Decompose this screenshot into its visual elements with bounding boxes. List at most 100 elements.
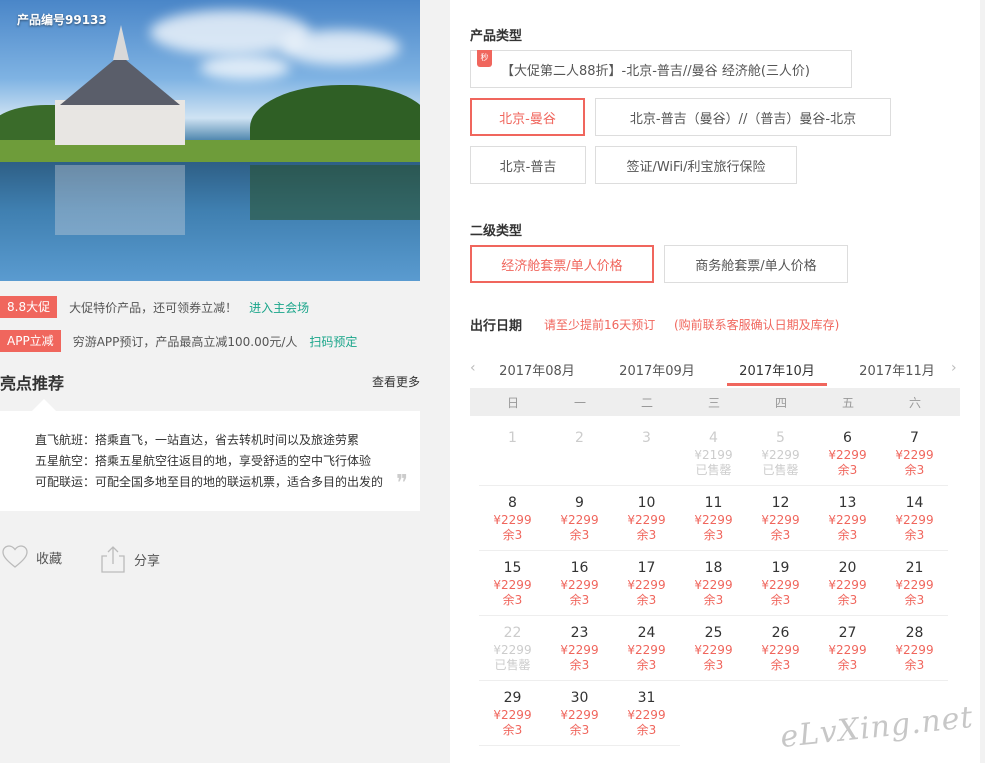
- date-label: 出行日期: [470, 319, 523, 334]
- day-number: 17: [637, 560, 656, 576]
- left-column: 产品编号99133 8.8大促 大促特价产品，还可领券立减！ 进入主会场 APP…: [0, 0, 420, 763]
- product-number: 产品编号99133: [17, 13, 107, 27]
- promo-link[interactable]: 进入主会场: [249, 299, 309, 316]
- prev-month-icon[interactable]: ‹: [470, 360, 476, 376]
- quote-icon: ❞: [396, 471, 408, 496]
- calendar-day[interactable]: 28 ¥2299 余3: [881, 619, 948, 681]
- calendar-day[interactable]: 25 ¥2299 余3: [680, 619, 747, 681]
- day-number: 23: [570, 625, 589, 641]
- promo-row-sale: 8.8大促 大促特价产品，还可领券立减！ 进入主会场: [0, 296, 309, 318]
- calendar-day[interactable]: 14 ¥2299 余3: [881, 489, 948, 551]
- day-price: ¥2299: [761, 578, 800, 592]
- calendar-day[interactable]: 24 ¥2299 余3: [613, 619, 680, 681]
- product-option-main[interactable]: 秒 【大促第二人88折】-北京-普吉//曼谷 经济舱(三人价): [470, 50, 852, 88]
- calendar-day: 2: [546, 424, 613, 486]
- favorite-button[interactable]: 收藏: [2, 545, 62, 569]
- tab-month[interactable]: 2017年08月: [487, 360, 587, 379]
- calendar-day[interactable]: 8 ¥2299 余3: [479, 489, 546, 551]
- day-stock: 余3: [636, 723, 657, 737]
- day-number: 14: [905, 495, 924, 511]
- calendar-day[interactable]: 29 ¥2299 余3: [479, 684, 546, 746]
- day-stock: 余3: [569, 658, 590, 672]
- sub-option-business[interactable]: 商务舱套票/单人价格: [664, 245, 848, 283]
- day-number: 22: [503, 625, 522, 641]
- tab-month-selected[interactable]: 2017年10月: [727, 360, 827, 379]
- tab-month[interactable]: 2017年09月: [607, 360, 707, 379]
- calendar-day[interactable]: 11 ¥2299 余3: [680, 489, 747, 551]
- day-number: 24: [637, 625, 656, 641]
- day-stock: 余3: [636, 658, 657, 672]
- promo-link[interactable]: 扫码预定: [309, 333, 357, 350]
- product-option-visa-wifi[interactable]: 签证/WiFi/利宝旅行保险: [595, 146, 797, 184]
- highlights-box: 直飞航班：搭乘直飞，一站直达，省去转机时间以及旅途劳累 五星航空：搭乘五星航空往…: [0, 399, 420, 511]
- day-price: ¥2299: [895, 643, 934, 657]
- day-stock: 余3: [636, 528, 657, 542]
- calendar-day[interactable]: 12 ¥2299 余3: [747, 489, 814, 551]
- weekday: 日: [506, 396, 519, 410]
- day-number: 7: [910, 430, 919, 446]
- product-photo: 产品编号99133: [0, 0, 420, 281]
- product-option-bj-hkt-bkk[interactable]: 北京-普吉（曼谷）//（普吉）曼谷-北京: [595, 98, 891, 136]
- day-stock: 余3: [770, 593, 791, 607]
- day-number: 20: [838, 560, 857, 576]
- calendar-day[interactable]: 16 ¥2299 余3: [546, 554, 613, 616]
- day-price: ¥2299: [627, 513, 666, 527]
- calendar-day[interactable]: 18 ¥2299 余3: [680, 554, 747, 616]
- day-price: ¥2299: [761, 513, 800, 527]
- day-number: 11: [704, 495, 723, 511]
- calendar-day[interactable]: 15 ¥2299 余3: [479, 554, 546, 616]
- month-tab-indicator: [727, 383, 827, 386]
- day-stock: 余3: [502, 593, 523, 607]
- next-month-icon[interactable]: ›: [951, 360, 957, 376]
- calendar-day[interactable]: 13 ¥2299 余3: [814, 489, 881, 551]
- day-number: 3: [642, 430, 651, 446]
- calendar-day[interactable]: 27 ¥2299 余3: [814, 619, 881, 681]
- day-price: ¥2299: [560, 513, 599, 527]
- calendar-day[interactable]: 6 ¥2299 余3: [814, 424, 881, 486]
- day-number: 21: [905, 560, 924, 576]
- calendar-day[interactable]: 21 ¥2299 余3: [881, 554, 948, 616]
- calendar-day[interactable]: 23 ¥2299 余3: [546, 619, 613, 681]
- day-number: 18: [704, 560, 723, 576]
- weekday: 四: [774, 396, 787, 410]
- day-stock: 余3: [502, 528, 523, 542]
- booking-panel: 产品类型 秒 【大促第二人88折】-北京-普吉//曼谷 经济舱(三人价) 北京-…: [450, 0, 980, 763]
- day-stock: 余3: [904, 528, 925, 542]
- day-stock: 余3: [837, 528, 858, 542]
- share-icon: [101, 546, 125, 573]
- day-number: 25: [704, 625, 723, 641]
- day-number: 29: [503, 690, 522, 706]
- day-price: ¥2299: [828, 513, 867, 527]
- product-option-bj-hkt[interactable]: 北京-普吉: [470, 146, 586, 184]
- day-stock: 余3: [837, 593, 858, 607]
- promo-desc: 大促特价产品，还可领券立减！: [69, 300, 238, 315]
- product-type-label: 产品类型: [470, 29, 523, 44]
- promo-row-app: APP立减 穷游APP预订，产品最高立减100.00元/人 扫码预定: [0, 330, 357, 352]
- calendar-day[interactable]: 7 ¥2299 余3: [881, 424, 948, 486]
- calendar-day[interactable]: 19 ¥2299 余3: [747, 554, 814, 616]
- day-stock: 余3: [569, 593, 590, 607]
- tab-month[interactable]: 2017年11月: [847, 360, 947, 379]
- flash-sale-badge: 秒: [477, 50, 492, 67]
- calendar-day[interactable]: 31 ¥2299 余3: [613, 684, 680, 746]
- calendar-day[interactable]: 30 ¥2299 余3: [546, 684, 613, 746]
- product-option-bj-bkk[interactable]: 北京-曼谷: [470, 98, 585, 136]
- calendar-day[interactable]: 20 ¥2299 余3: [814, 554, 881, 616]
- highlights-more-link[interactable]: 查看更多: [372, 373, 420, 390]
- day-stock: 余3: [703, 658, 724, 672]
- day-number: 13: [838, 495, 857, 511]
- day-price: ¥2299: [694, 578, 733, 592]
- day-number: 12: [771, 495, 790, 511]
- day-stock: 余3: [904, 463, 925, 477]
- calendar-day[interactable]: 17 ¥2299 余3: [613, 554, 680, 616]
- calendar-day[interactable]: 10 ¥2299 余3: [613, 489, 680, 551]
- day-number: 16: [570, 560, 589, 576]
- calendar-day[interactable]: 26 ¥2299 余3: [747, 619, 814, 681]
- share-button[interactable]: 分享: [100, 545, 160, 573]
- weekday-header: 日 一 二 三 四 五 六: [470, 388, 960, 416]
- favorite-label: 收藏: [36, 551, 63, 567]
- calendar-day[interactable]: 9 ¥2299 余3: [546, 489, 613, 551]
- weekday: 三: [707, 396, 720, 410]
- day-price: ¥2299: [627, 643, 666, 657]
- sub-option-economy[interactable]: 经济舱套票/单人价格: [470, 245, 654, 283]
